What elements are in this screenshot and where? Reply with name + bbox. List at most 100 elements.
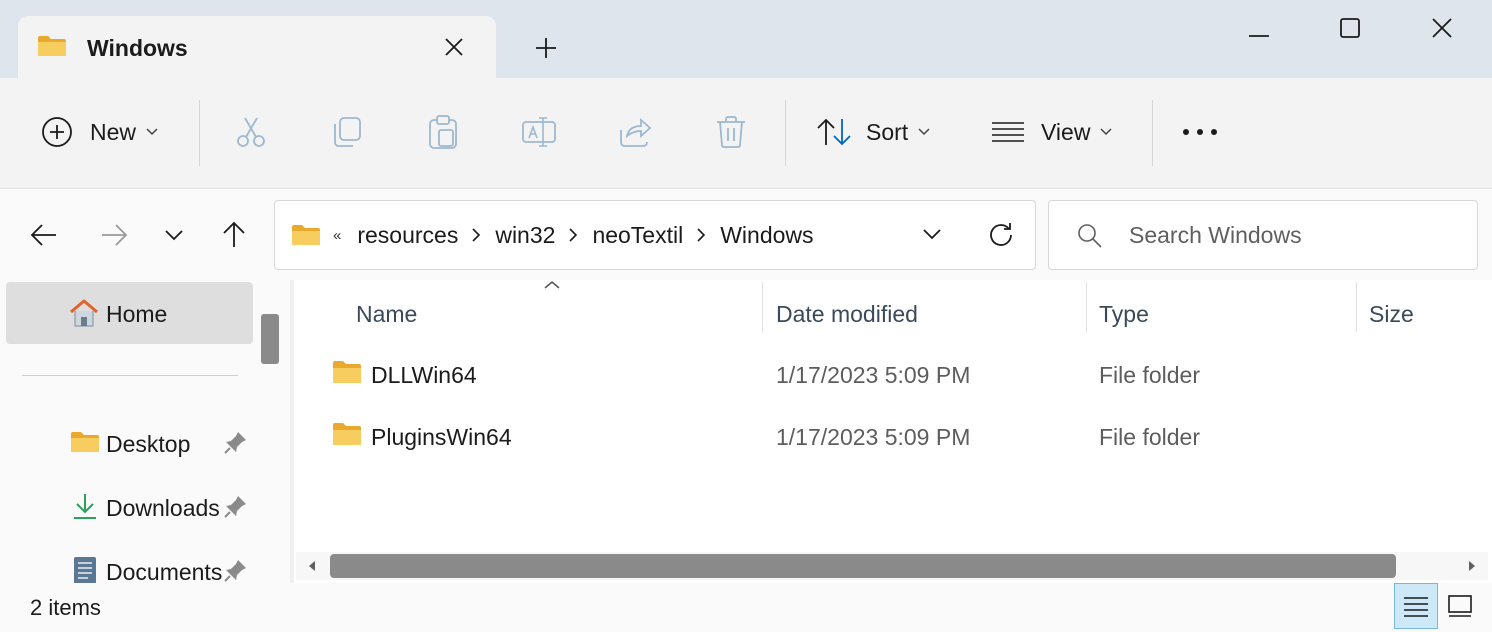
close-icon	[1432, 18, 1452, 38]
breadcrumb-overflow[interactable]: «	[333, 227, 341, 244]
rename-icon	[522, 117, 556, 147]
table-row[interactable]: DLLWin64 1/17/2023 5:09 PM File folder	[294, 346, 1492, 402]
horizontal-scrollbar-thumb[interactable]	[330, 554, 1396, 578]
nav-scrollbar-thumb[interactable]	[261, 314, 279, 364]
minimize-button[interactable]	[1236, 8, 1282, 48]
folder-icon	[333, 423, 361, 445]
breadcrumb-neotextil[interactable]: neoTextil	[592, 222, 683, 249]
pin-icon[interactable]	[224, 494, 248, 518]
row-date: 1/17/2023 5:09 PM	[776, 424, 971, 450]
status-bar: 2 items	[0, 583, 1492, 632]
new-label: New	[90, 118, 137, 145]
plus-icon	[536, 38, 556, 58]
new-button[interactable]: New	[40, 102, 158, 162]
column-header-type[interactable]: Type	[1099, 294, 1149, 334]
address-bar[interactable]: « resources win32 neoTextil Windows	[274, 200, 1036, 270]
nav-item-home[interactable]: Home	[6, 282, 253, 344]
address-history-button[interactable]	[917, 219, 947, 249]
cut-icon	[237, 117, 265, 147]
title-bar: Windows	[0, 0, 1492, 78]
copy-icon	[334, 117, 361, 147]
minimize-icon	[1249, 35, 1269, 37]
command-bar: New Sort View	[0, 78, 1492, 188]
command-separator	[785, 100, 786, 166]
column-header-name[interactable]: Name	[356, 294, 417, 334]
column-header-date[interactable]: Date modified	[776, 294, 918, 334]
chevron-right-icon[interactable]	[569, 228, 578, 242]
document-icon	[74, 557, 96, 584]
row-date: 1/17/2023 5:09 PM	[776, 362, 971, 388]
download-icon	[74, 494, 96, 519]
paste-button[interactable]	[425, 102, 461, 162]
view-label: View	[1041, 118, 1091, 145]
tab-close-button[interactable]	[438, 31, 470, 63]
sort-button[interactable]: Sort	[816, 102, 930, 162]
more-options-button[interactable]	[1180, 102, 1220, 162]
table-row[interactable]: PluginsWin64 1/17/2023 5:09 PM File fold…	[294, 408, 1492, 464]
column-separator[interactable]	[1356, 282, 1357, 332]
tiles-view-button[interactable]	[1438, 583, 1482, 629]
breadcrumb-windows[interactable]: Windows	[720, 222, 813, 249]
chevron-down-icon	[165, 230, 183, 241]
nav-item-label: Documents	[106, 559, 222, 585]
pin-icon[interactable]	[224, 430, 248, 454]
close-window-button[interactable]	[1419, 8, 1465, 48]
search-icon	[1078, 224, 1102, 248]
forward-button[interactable]	[94, 217, 134, 253]
scroll-right-icon[interactable]	[1466, 560, 1478, 572]
arrow-left-icon	[30, 224, 56, 246]
breadcrumb-win32[interactable]: win32	[495, 222, 555, 249]
search-input[interactable]	[1129, 217, 1459, 253]
new-tab-button[interactable]	[528, 32, 564, 64]
maximize-button[interactable]	[1327, 8, 1373, 48]
column-header-size[interactable]: Size	[1369, 294, 1414, 334]
copy-button[interactable]	[329, 102, 365, 162]
view-button[interactable]: View	[991, 102, 1112, 162]
recent-locations-button[interactable]	[154, 217, 194, 253]
up-button[interactable]	[214, 217, 254, 253]
rename-button[interactable]	[521, 102, 557, 162]
refresh-button[interactable]	[985, 217, 1017, 251]
tab-windows[interactable]: Windows	[18, 16, 496, 78]
share-button[interactable]	[617, 102, 653, 162]
back-button[interactable]	[24, 217, 64, 253]
home-icon	[70, 299, 98, 327]
paste-icon	[429, 115, 457, 149]
scroll-left-icon[interactable]	[306, 560, 318, 572]
details-view-button[interactable]	[1394, 583, 1438, 629]
address-row: « resources win32 neoTextil Windows	[0, 188, 1492, 280]
cut-button[interactable]	[233, 102, 269, 162]
row-name: DLLWin64	[371, 362, 477, 388]
chevron-right-icon[interactable]	[472, 228, 481, 242]
chevron-right-icon[interactable]	[697, 228, 706, 242]
chevron-down-icon	[923, 229, 941, 240]
sort-ascending-icon	[544, 281, 560, 289]
nav-home-label: Home	[106, 301, 168, 327]
nav-item-downloads[interactable]: Downloads	[0, 478, 253, 534]
details-view-icon	[1404, 597, 1428, 617]
item-count: 2 items	[30, 595, 101, 620]
tiles-view-icon	[1448, 595, 1472, 617]
file-explorer-window: Windows New Sort View « resources win32 …	[0, 0, 1492, 632]
delete-button[interactable]	[713, 102, 749, 162]
breadcrumb: « resources win32 neoTextil Windows	[333, 201, 814, 269]
chevron-down-icon	[918, 128, 930, 136]
chevron-down-icon	[1100, 128, 1112, 136]
close-icon	[445, 38, 463, 56]
folder-icon	[38, 36, 66, 56]
nav-scrollbar[interactable]	[256, 280, 286, 583]
nav-divider	[22, 375, 238, 376]
folder-icon	[292, 225, 320, 245]
horizontal-scrollbar[interactable]	[296, 552, 1488, 580]
nav-item-desktop[interactable]: Desktop	[0, 414, 253, 470]
pin-icon[interactable]	[224, 558, 248, 582]
folder-icon	[333, 361, 361, 383]
nav-item-label: Desktop	[106, 431, 191, 457]
breadcrumb-resources[interactable]: resources	[357, 222, 458, 249]
chevron-down-icon	[146, 128, 158, 136]
search-box[interactable]	[1048, 200, 1478, 270]
refresh-icon	[990, 223, 1012, 246]
column-separator[interactable]	[762, 282, 763, 332]
column-separator[interactable]	[1086, 282, 1087, 332]
maximize-icon	[1340, 18, 1360, 38]
